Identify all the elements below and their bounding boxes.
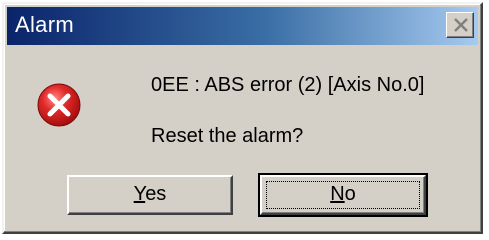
window-title: Alarm xyxy=(15,12,74,37)
no-button[interactable]: No xyxy=(258,173,428,217)
error-icon xyxy=(37,83,81,127)
close-button[interactable] xyxy=(446,12,474,38)
alarm-message: 0EE : ABS error (2) [Axis No.0] xyxy=(151,74,425,96)
no-mnemonic: N xyxy=(330,183,345,205)
no-button-label: No xyxy=(330,183,356,205)
yes-label-rest: es xyxy=(145,183,167,205)
title-bar[interactable]: Alarm xyxy=(7,7,478,45)
alarm-question: Reset the alarm? xyxy=(151,125,304,147)
yes-button-label: Yes xyxy=(134,183,167,205)
yes-mnemonic: Y xyxy=(133,183,146,205)
yes-button[interactable]: Yes xyxy=(67,175,233,215)
no-label-rest: o xyxy=(344,183,356,205)
close-icon xyxy=(454,18,468,32)
alarm-dialog: Alarm 0EE : ABS error (2) [Axis No.0] Re… xyxy=(2,2,483,234)
